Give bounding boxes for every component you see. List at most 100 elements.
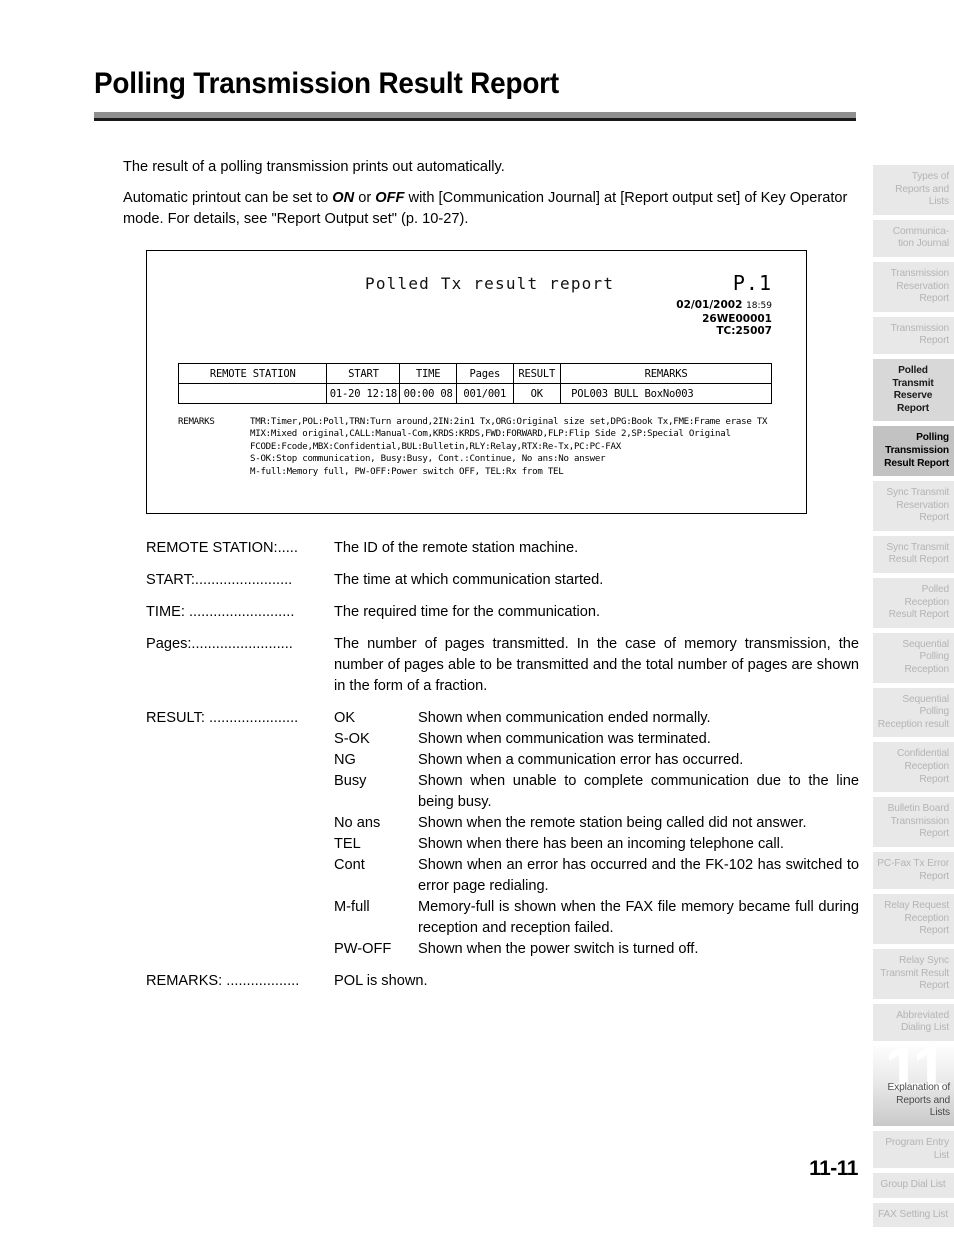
legend-line: TMR:Timer,POL:Poll,TRN:Turn around,2IN:2… (250, 417, 768, 427)
fax-report-table: REMOTE STATION START TIME Pages RESULT R… (177, 363, 772, 404)
definition-term: TIME: .......................... (146, 604, 295, 620)
fax-col-result: RESULT (512, 363, 562, 384)
result-description: Shown when communication was terminated. (418, 731, 711, 747)
fax-report-machine-id: 26WE00001 (702, 312, 772, 325)
tab-relay-request-reception-report[interactable]: Relay Request Reception Report (873, 894, 954, 944)
tab-confidential-reception-report[interactable]: Confidential Reception Report (873, 742, 954, 793)
intro-line-2: Automatic printout can be set to ON or O… (123, 188, 859, 230)
fax-report-datetime: 02/01/2002 18:59 (676, 299, 772, 313)
tab-abbreviated-dialing-list[interactable]: Abbreviated Dialing List (873, 1003, 954, 1041)
title-divider (94, 112, 856, 121)
intro-text: The result of a polling transmission pri… (123, 157, 859, 240)
result-code: Cont (334, 857, 365, 873)
result-entry: Busy Shown when unable to complete commu… (146, 771, 859, 813)
legend-label: REMARKS (178, 417, 215, 427)
cell-result: OK (512, 383, 562, 404)
result-description: Shown when communication ended normally. (418, 710, 711, 726)
tab-transmission-report[interactable]: Transmission Report (873, 316, 954, 354)
result-description: Shown when the power switch is turned of… (418, 941, 699, 957)
tab-relay-sync-transmit-result-report[interactable]: Relay Sync Transmit Result Report (873, 948, 954, 999)
result-code: S-OK (334, 731, 370, 747)
tab-communication-journal[interactable]: Communica-tion Journal (873, 219, 954, 257)
result-entry: TEL Shown when there has been an incomin… (146, 834, 859, 855)
tab-transmission-reservation-report[interactable]: Transmission Reservation Report (873, 261, 954, 312)
tab-pc-fax-tx-error-report[interactable]: PC-Fax Tx Error Report (873, 851, 954, 890)
tab-sync-transmit-reservation-report[interactable]: Sync Transmit Reservation Report (873, 481, 954, 531)
legend-line: S-OK:Stop communication, Busy:Busy, Cont… (250, 454, 606, 465)
cell-remote-station (177, 383, 328, 404)
tab-polling-transmission-result-report[interactable]: Polling Transmission Result Report (873, 426, 954, 477)
result-entry: No ans Shown when the remote station bei… (146, 813, 859, 834)
result-description: Shown when the remote station being call… (418, 815, 807, 831)
tab-polled-reception-result-report[interactable]: Polled Reception Result Report (873, 578, 954, 628)
result-entry: M-full Memory-full is shown when the FAX… (146, 897, 859, 939)
definition-remarks: REMARKS: .................. POL is shown… (146, 971, 859, 992)
fax-col-remarks: REMARKS (560, 363, 772, 384)
tab-fax-setting-list[interactable]: FAX Setting List (873, 1202, 954, 1228)
intro-line-1: The result of a polling transmission pri… (123, 159, 505, 175)
definition-remote-station: REMOTE STATION:..... The ID of the remot… (146, 538, 859, 559)
definition-pages: Pages:......................... The numb… (146, 634, 859, 697)
result-code: TEL (334, 836, 361, 852)
fax-report-figure: Polled Tx result report P.1 02/01/2002 1… (146, 250, 807, 514)
page-title: Polling Transmission Result Report (94, 67, 559, 100)
legend-line: FCODE:Fcode,MBX:Confidential,BUL:Bulleti… (250, 441, 621, 452)
off-emphasis: OFF (375, 190, 405, 206)
tab-sequential-polling-reception[interactable]: Sequential Polling Reception (873, 632, 954, 683)
result-code: OK (334, 710, 356, 726)
result-description: Shown when a communication error has occ… (418, 752, 744, 768)
result-entry: Cont Shown when an error has occurred an… (146, 855, 859, 897)
definition-term: REMARKS: .................. (146, 973, 300, 989)
cell-remarks: POL003 BULL BoxNo003 (560, 383, 772, 404)
chapter-tab-rail: Types of Reports and Lists Communica-tio… (873, 165, 954, 1232)
cell-time: 00:00 08 (399, 383, 458, 404)
cell-start: 01-20 12:18 (326, 383, 401, 404)
legend-line: M-full:Memory full, PW-OFF:Power switch … (250, 466, 564, 477)
tab-bulletin-board-transmission-report[interactable]: Bulletin Board Transmission Report (873, 797, 954, 847)
definition-term: REMOTE STATION:..... (146, 540, 298, 556)
fax-report-meta: 02/01/2002 18:59 26WE00001 TC:25007 (676, 299, 772, 338)
definition-start: START:........................ The time … (146, 570, 859, 591)
tab-group-dial-list[interactable]: Group Dial List (873, 1173, 954, 1198)
fax-report-tc: TC:25007 (716, 325, 772, 337)
result-code: NG (334, 752, 356, 768)
fax-table-header-row: REMOTE STATION START TIME Pages RESULT R… (177, 363, 772, 384)
result-code: Busy (334, 773, 367, 789)
definition-term: START:........................ (146, 572, 293, 588)
tab-sequential-polling-reception-result[interactable]: Sequential Polling Reception result (873, 687, 954, 738)
result-entry: NG Shown when a communication error has … (146, 750, 859, 771)
tab-sync-transmit-result-report[interactable]: Sync Transmit Result Report (873, 535, 954, 574)
tab-program-entry-list[interactable]: Program Entry List (873, 1130, 954, 1169)
table-row: 01-20 12:18 00:00 08 001/001 OK POL003 B… (177, 383, 772, 404)
legend-lines: TMR:Timer,POL:Poll,TRN:Turn around,2IN:2… (250, 416, 768, 478)
result-code: No ans (334, 815, 381, 831)
fax-report-title: Polled Tx result report (365, 274, 615, 293)
tab-polled-transmit-reserve-report[interactable]: Polled Transmit Reserve Report (873, 358, 954, 422)
result-entry: PW-OFF Shown when the power switch is tu… (146, 939, 859, 960)
fax-col-start: START (326, 363, 401, 384)
definition-description: The time at which communication started. (334, 572, 604, 588)
chapter-marker[interactable]: 11 Explanation of Reports and Lists (873, 1045, 954, 1126)
definition-description: The number of pages transmitted. In the … (334, 636, 859, 694)
fax-report-page-label: P.1 (732, 271, 772, 295)
result-description: Memory-full is shown when the FAX file m… (418, 899, 859, 936)
result-description: Shown when an error has occurred and the… (418, 857, 859, 894)
fax-report-date: 02/01/2002 (676, 299, 743, 311)
fax-report-legend: REMARKS TMR:Timer,POL:Poll,TRN:Turn arou… (178, 416, 768, 478)
chapter-label: Explanation of Reports and Lists (887, 1082, 951, 1119)
tab-types-of-reports-and-lists[interactable]: Types of Reports and Lists (873, 165, 954, 215)
definition-description: The ID of the remote station machine. (334, 540, 579, 556)
cell-pages: 001/001 (456, 383, 514, 404)
definition-term: RESULT: ...................... (146, 710, 299, 726)
legend-line: MIX:Mixed original,CALL:Manual-Com,KRDS:… (250, 429, 731, 440)
fax-report-time: 18:59 (746, 301, 772, 311)
intro-part-1: Automatic printout can be set to (123, 190, 333, 206)
fax-col-pages: Pages (456, 363, 514, 384)
result-entry: S-OK Shown when communication was termin… (146, 729, 859, 750)
definition-term: Pages:......................... (146, 636, 293, 652)
result-code: M-full (334, 899, 370, 915)
result-entry: RESULT: ...................... OK Shown … (146, 708, 859, 729)
definition-time: TIME: .......................... The req… (146, 602, 859, 623)
fax-col-time: TIME (399, 363, 458, 384)
fax-col-remote-station: REMOTE STATION (177, 363, 328, 384)
